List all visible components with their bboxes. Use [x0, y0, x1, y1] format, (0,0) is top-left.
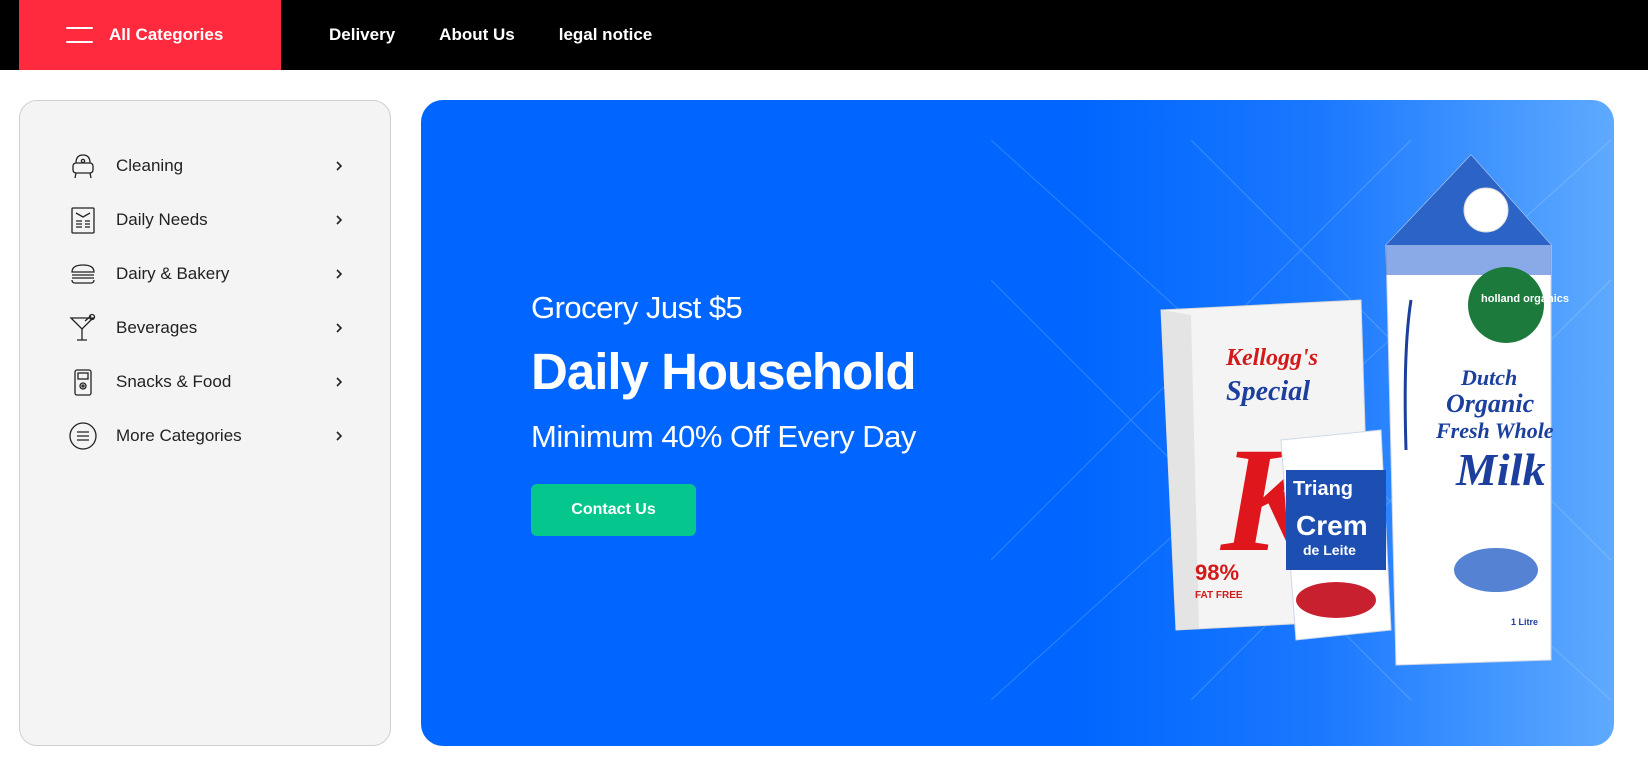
nav-link-about-us[interactable]: About Us: [439, 25, 515, 45]
chevron-right-icon: [332, 267, 346, 281]
hero-title: Daily Household: [531, 343, 917, 400]
milk-line4-text: Milk: [1455, 444, 1545, 495]
all-categories-label: All Categories: [109, 25, 224, 44]
contact-us-button[interactable]: Contact Us: [531, 484, 696, 536]
cereal-badge-text: 98%: [1195, 560, 1239, 585]
all-categories-button[interactable]: All Categories: [19, 0, 281, 70]
cereal-name-text: Special: [1226, 376, 1310, 407]
milk-line3-text: Fresh Whole: [1435, 418, 1554, 443]
top-navigation-bar: All Categories Delivery About Us legal n…: [0, 0, 1648, 70]
cereal-badge-sub-text: FAT FREE: [1195, 590, 1243, 601]
hero-tagline: Minimum 40% Off Every Day: [531, 419, 916, 454]
milk-line2-text: Organic: [1446, 389, 1535, 418]
sidebar-item-cleaning[interactable]: Cleaning: [20, 139, 390, 193]
nav-link-legal-notice[interactable]: legal notice: [559, 25, 653, 45]
menu-circle-icon: [68, 421, 98, 451]
sidebar-item-label: Dairy & Bakery: [116, 264, 230, 283]
burger-icon: [68, 259, 98, 289]
sidebar-item-beverages[interactable]: Beverages: [20, 301, 390, 355]
hero-text-block: Grocery Just $5 Daily Household Minimum …: [531, 290, 917, 455]
chevron-right-icon: [332, 213, 346, 227]
hero-subtitle: Grocery Just $5: [531, 290, 743, 325]
grocery-products-image: Kellogg's Special K 98% FAT FREE Triang …: [1160, 154, 1569, 666]
sidebar-item-more-categories[interactable]: More Categories: [20, 409, 390, 463]
milk-line1-text: Dutch: [1460, 365, 1517, 390]
cream-brand-text: Triang: [1293, 478, 1353, 500]
main-nav: Delivery About Us legal notice: [329, 0, 652, 70]
cream-name-text: Crem: [1296, 510, 1368, 541]
category-sidebar: Cleaning Daily Needs Dairy & Bakery Beve…: [19, 100, 391, 746]
chevron-right-icon: [332, 429, 346, 443]
sidebar-item-label: Cleaning: [116, 156, 184, 175]
cereal-brand-text: Kellogg's: [1225, 345, 1318, 371]
chevron-right-icon: [332, 321, 346, 335]
cream-carton: Triang Crem de Leite: [1280, 429, 1392, 641]
cleaning-icon: [68, 151, 98, 181]
sidebar-item-label: More Categories: [116, 426, 242, 445]
snack-machine-icon: [68, 367, 98, 397]
milk-carton: holland organics Dutch Organic Fresh Who…: [1385, 154, 1569, 666]
sidebar-item-snacks-food[interactable]: Snacks & Food: [20, 355, 390, 409]
cream-sub-text: de Leite: [1303, 542, 1356, 558]
sidebar-item-label: Beverages: [116, 318, 198, 337]
nav-link-delivery[interactable]: Delivery: [329, 25, 395, 45]
daily-needs-icon: [68, 205, 98, 235]
hamburger-menu-icon: [66, 27, 93, 43]
milk-volume-text: 1 Litre: [1511, 617, 1538, 627]
chevron-right-icon: [332, 375, 346, 389]
chevron-right-icon: [332, 159, 346, 173]
sidebar-item-label: Daily Needs: [116, 210, 208, 229]
cocktail-icon: [68, 313, 98, 343]
milk-brand-text: holland organics: [1481, 293, 1569, 305]
sidebar-item-label: Snacks & Food: [116, 372, 232, 391]
sidebar-item-dairy-bakery[interactable]: Dairy & Bakery: [20, 247, 390, 301]
sidebar-item-daily-needs[interactable]: Daily Needs: [20, 193, 390, 247]
hero-banner: Grocery Just $5 Daily Household Minimum …: [421, 100, 1614, 746]
